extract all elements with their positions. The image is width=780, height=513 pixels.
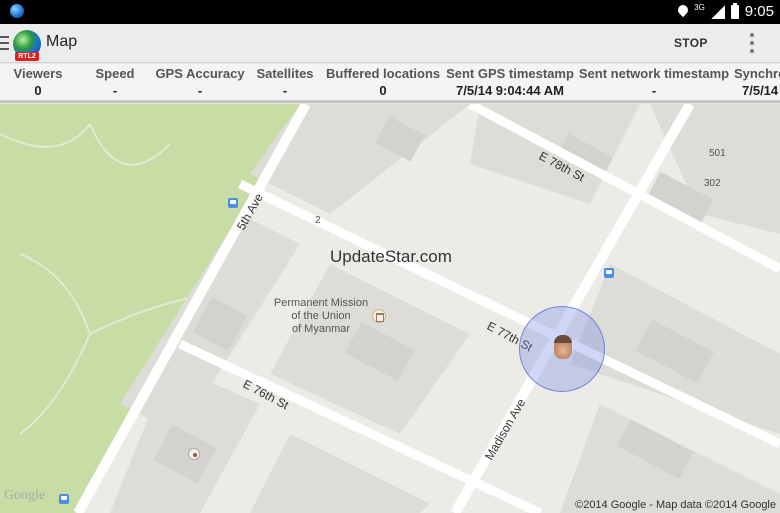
stat-sent-network-timestamp: Sent network timestamp -	[578, 66, 730, 98]
stat-value: -	[112, 83, 118, 98]
battery-icon	[730, 2, 739, 19]
stat-header: Sent network timestamp	[578, 66, 730, 81]
building-number: 302	[704, 178, 721, 189]
poi-label-line: Permanent Mission	[273, 297, 369, 309]
stat-header: GPS Accuracy	[155, 66, 245, 81]
stat-value: 7/5/14	[742, 83, 779, 98]
page-title: Map	[46, 33, 78, 50]
map-view[interactable]: UpdateStar.com Permanent Mission of the …	[0, 104, 780, 513]
transit-icon[interactable]	[59, 494, 69, 504]
stat-value: -	[651, 83, 657, 98]
app-notification-icon	[10, 4, 24, 18]
stat-value: 0	[34, 83, 42, 98]
user-avatar[interactable]	[554, 335, 572, 359]
stop-button[interactable]: STOP	[674, 36, 708, 50]
watermark-text: UpdateStar.com	[330, 247, 452, 266]
stat-speed: Speed -	[88, 66, 142, 98]
action-bar: RTL2 Map STOP	[0, 24, 780, 63]
poi-label-line: of the Union	[291, 310, 351, 322]
stat-gps-accuracy: GPS Accuracy -	[154, 66, 246, 98]
transit-icon[interactable]	[228, 198, 238, 208]
stat-header: Buffered locations	[326, 66, 441, 81]
signal-icon	[710, 4, 725, 19]
poi-label[interactable]: Permanent Mission of the Union of Myanma…	[266, 297, 376, 336]
transit-icon[interactable]	[604, 268, 614, 278]
stat-value: -	[282, 83, 288, 98]
stats-bar: Viewers 0 Speed - GPS Accuracy - Satelli…	[0, 64, 780, 103]
stat-viewers: Viewers 0	[6, 66, 70, 98]
stat-buffered-locations: Buffered locations 0	[326, 66, 440, 98]
network-type-label: 3G	[694, 2, 705, 12]
stat-value: 0	[379, 83, 387, 98]
stat-synchro: Synchro 7/5/14	[734, 66, 780, 98]
stat-value: -	[197, 83, 203, 98]
poi-label-line: of Myanmar	[291, 323, 351, 335]
building-number: 501	[709, 148, 726, 159]
clock: 9:05	[744, 3, 774, 20]
map-canvas[interactable]	[0, 104, 780, 513]
poi-marker-icon[interactable]	[188, 448, 200, 460]
user-location-marker[interactable]	[519, 306, 605, 392]
stat-value: 7/5/14 9:04:44 AM	[456, 83, 564, 98]
stat-satellites: Satellites -	[254, 66, 316, 98]
building-number: 2	[315, 215, 321, 226]
logo-badge: RTL2	[15, 52, 39, 61]
map-attribution: ©2014 Google - Map data ©2014 Google	[575, 499, 776, 511]
stat-header: Sent GPS timestamp	[446, 66, 574, 81]
stat-header: Speed	[95, 66, 135, 81]
google-logo: Google	[4, 488, 46, 503]
stat-sent-gps-timestamp: Sent GPS timestamp 7/5/14 9:04:44 AM	[446, 66, 574, 98]
location-icon	[678, 5, 688, 19]
stat-header: Synchro	[734, 66, 780, 81]
stat-header: Satellites	[256, 66, 314, 81]
museum-icon[interactable]	[372, 309, 386, 323]
stat-header: Viewers	[13, 66, 63, 81]
status-bar: 3G 9:05	[0, 0, 780, 24]
menu-icon[interactable]	[0, 36, 9, 50]
overflow-menu-icon[interactable]	[750, 33, 754, 53]
app-logo[interactable]: RTL2	[13, 30, 41, 61]
